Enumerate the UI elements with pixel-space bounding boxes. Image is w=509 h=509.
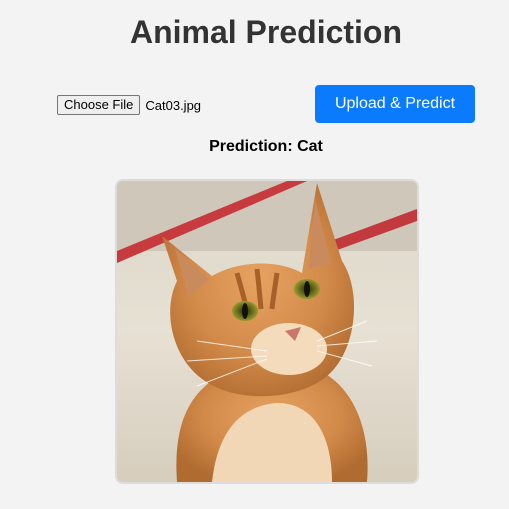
choose-file-button[interactable]: Choose File bbox=[57, 95, 141, 115]
uploaded-image bbox=[115, 179, 419, 484]
upload-predict-button[interactable]: Upload & Predict bbox=[315, 85, 475, 123]
prediction-result: Prediction: Cat bbox=[209, 138, 323, 155]
cat-photo-icon bbox=[117, 181, 417, 482]
file-input[interactable]: Choose File Cat03.jpg bbox=[57, 95, 201, 115]
page-title: Animal Prediction bbox=[129, 14, 403, 50]
selected-file-name: Cat03.jpg bbox=[145, 97, 202, 113]
